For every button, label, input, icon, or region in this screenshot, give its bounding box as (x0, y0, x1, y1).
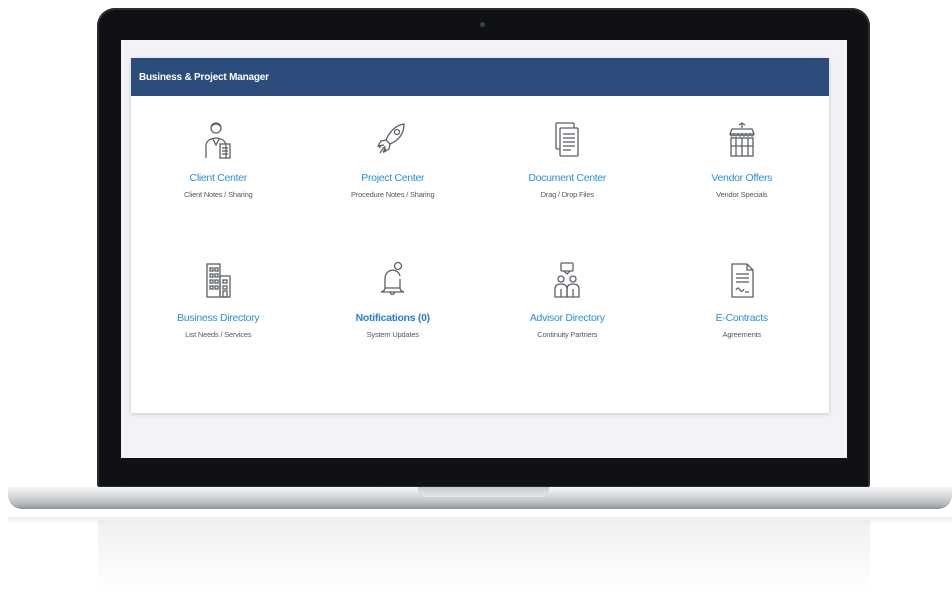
app-title: Business & Project Manager (139, 71, 269, 83)
laptop-mockup: Business & Project Manager Client Center… (0, 0, 952, 591)
module-grid: Client Center Client Notes / Sharing Pro… (131, 96, 829, 413)
tile-vendor-offers[interactable]: Vendor Offers Vendor Specials (655, 118, 830, 258)
tile-title[interactable]: Notifications (0) (356, 312, 431, 324)
panel-header: Business & Project Manager (131, 58, 829, 96)
tile-document-center[interactable]: Document Center Drag / Drop Files (480, 118, 655, 258)
tile-subtitle: Continuity Partners (537, 330, 598, 339)
laptop-notch (418, 487, 549, 497)
screen-reflection (98, 520, 870, 590)
tile-subtitle: Procedure Notes / Sharing (351, 190, 435, 199)
tile-subtitle: List Needs / Services (185, 330, 252, 339)
storefront-icon (725, 118, 759, 162)
tile-title[interactable]: Advisor Directory (530, 312, 605, 324)
tile-e-contracts[interactable]: E-Contracts Agreements (655, 258, 830, 398)
advisors-icon (550, 258, 584, 302)
tile-client-center[interactable]: Client Center Client Notes / Sharing (131, 118, 306, 258)
tile-notifications[interactable]: Notifications (0) System Updates (306, 258, 481, 398)
tile-title[interactable]: Document Center (528, 172, 606, 184)
buildings-icon (201, 258, 235, 302)
tile-title[interactable]: Business Directory (177, 312, 259, 324)
tile-subtitle: Drag / Drop Files (540, 190, 594, 199)
tile-title[interactable]: E-Contracts (716, 312, 768, 324)
client-person-icon (201, 118, 235, 162)
laptop-screen: Business & Project Manager Client Center… (121, 40, 847, 458)
bell-icon (376, 258, 410, 302)
tile-advisor-directory[interactable]: Advisor Directory Continuity Partners (480, 258, 655, 398)
camera-icon (480, 22, 485, 27)
tile-project-center[interactable]: Project Center Procedure Notes / Sharing (306, 118, 481, 258)
tile-subtitle: Agreements (722, 330, 762, 339)
tile-subtitle: System Updates (366, 330, 419, 339)
tile-title[interactable]: Client Center (190, 172, 248, 184)
tile-subtitle: Vendor Specials (716, 190, 768, 199)
rocket-icon (376, 118, 410, 162)
dashboard-panel: Business & Project Manager Client Center… (131, 58, 829, 413)
tile-title[interactable]: Project Center (361, 172, 424, 184)
contract-icon (725, 258, 759, 302)
tile-title[interactable]: Vendor Offers (711, 172, 772, 184)
documents-icon (550, 118, 584, 162)
tile-subtitle: Client Notes / Sharing (183, 190, 253, 199)
tile-business-directory[interactable]: Business Directory List Needs / Services (131, 258, 306, 398)
